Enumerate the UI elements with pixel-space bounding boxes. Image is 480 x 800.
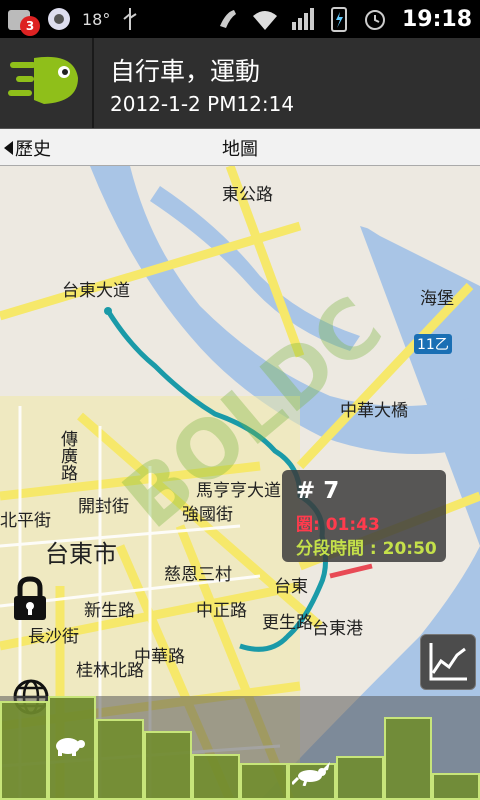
endomondo-logo-icon xyxy=(8,56,78,104)
map-label-zhonghua-rd: 中華路 xyxy=(134,647,185,667)
map-label-taitung-port: 台東港 xyxy=(312,619,363,639)
weather-app-icon xyxy=(48,8,70,30)
map-label-chuanguang-rd: 傳廣路 xyxy=(57,430,77,481)
alarm-icon xyxy=(364,10,385,30)
lap-info-popup: # 7 圈: 01:43 分段時間 : 20:50 xyxy=(282,470,446,562)
clock-text: 19:18 xyxy=(401,6,472,32)
tab-history[interactable]: 歷史 xyxy=(4,135,51,161)
speed-bar xyxy=(96,718,144,800)
map-label-xinsheng-rd: 新生路 xyxy=(84,601,135,621)
usb-icon xyxy=(123,8,137,30)
tab-history-label: 歷史 xyxy=(15,139,51,160)
tab-map[interactable]: 地圖 xyxy=(222,135,258,161)
lap-number: # 7 xyxy=(296,478,340,504)
split-time: 分段時間 : 20:50 xyxy=(296,539,437,559)
map-label-taitung: 台東 xyxy=(274,577,308,597)
wifi-icon xyxy=(252,11,277,30)
map-label-haibao: 海堡 xyxy=(420,289,454,309)
back-arrow-icon xyxy=(4,141,13,155)
speed-bar xyxy=(384,716,432,800)
lock-icon[interactable] xyxy=(10,576,50,622)
speed-bar xyxy=(240,762,288,800)
speed-bar xyxy=(192,754,240,800)
map-label-route-11b: 11乙 xyxy=(414,334,452,354)
activity-title: 自行車，運動 xyxy=(110,57,261,86)
map-label-taitung-blvd: 台東大道 xyxy=(62,281,130,301)
notification-icon[interactable]: 3 xyxy=(6,4,40,36)
map-label-zhonghua-bridge: 中華大橋 xyxy=(340,401,408,421)
map-label-gengsheng-rd: 更生路 xyxy=(262,613,313,633)
notification-badge: 3 xyxy=(20,16,40,36)
rabbit-icon xyxy=(292,762,330,786)
app-logo[interactable] xyxy=(0,38,94,128)
line-chart-icon xyxy=(429,643,467,681)
turtle-icon xyxy=(56,738,85,756)
speed-bar xyxy=(336,756,384,800)
speed-bar xyxy=(144,731,192,800)
cell-signal-icon xyxy=(291,8,314,30)
activity-datetime: 2012-1-2 PM12:14 xyxy=(110,92,295,116)
map-label-qiangguo-st: 強國街 xyxy=(182,505,233,525)
speed-bar xyxy=(432,772,480,800)
temperature-text: 18° xyxy=(82,9,111,29)
app-header: 自行車，運動 2012-1-2 PM12:14 xyxy=(0,38,480,129)
map-label-changsha-st: 長沙街 xyxy=(28,627,79,647)
map-label-mahengheng-blvd: 馬亨亨大道 xyxy=(196,481,281,501)
map-label-beiping-st: 北平街 xyxy=(0,511,51,531)
lap-time: 圈: 01:43 xyxy=(296,515,380,535)
speed-bar xyxy=(0,701,48,800)
map-label-zhongzheng-rd: 中正路 xyxy=(196,601,247,621)
battery-icon xyxy=(330,7,347,32)
status-bar: 3 18° 19:18 xyxy=(0,0,480,38)
map-label-kaifeng-st: 開封街 xyxy=(78,497,129,517)
chart-button[interactable] xyxy=(420,634,476,690)
map-label-taitung-city: 台東市 xyxy=(45,540,117,568)
tab-bar: 歷史 地圖 xyxy=(0,129,480,166)
map-label-donggong-rd: 東公路 xyxy=(222,185,273,205)
map-label-cien-village: 慈恩三村 xyxy=(164,565,232,585)
phone-signal-icon xyxy=(219,10,236,28)
